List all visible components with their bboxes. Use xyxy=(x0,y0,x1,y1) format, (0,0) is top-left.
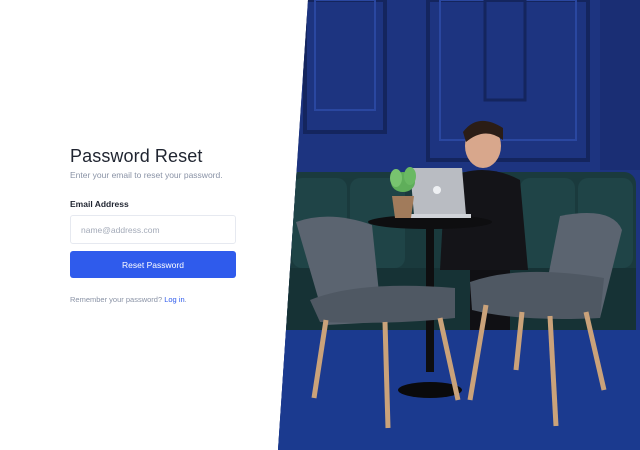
email-field[interactable] xyxy=(70,215,236,244)
remember-prompt: Remember your password? xyxy=(70,295,165,304)
login-link[interactable]: Log in xyxy=(164,295,184,304)
page-title: Password Reset xyxy=(70,146,203,166)
remember-text: Remember your password? Log in. xyxy=(70,295,187,304)
form-panel: Password Reset Enter your email to reset… xyxy=(0,0,300,450)
reset-password-button[interactable]: Reset Password xyxy=(70,251,236,278)
email-label: Email Address xyxy=(70,199,129,209)
remember-suffix: . xyxy=(184,295,187,304)
page-subtitle: Enter your email to reset your password. xyxy=(70,170,223,180)
